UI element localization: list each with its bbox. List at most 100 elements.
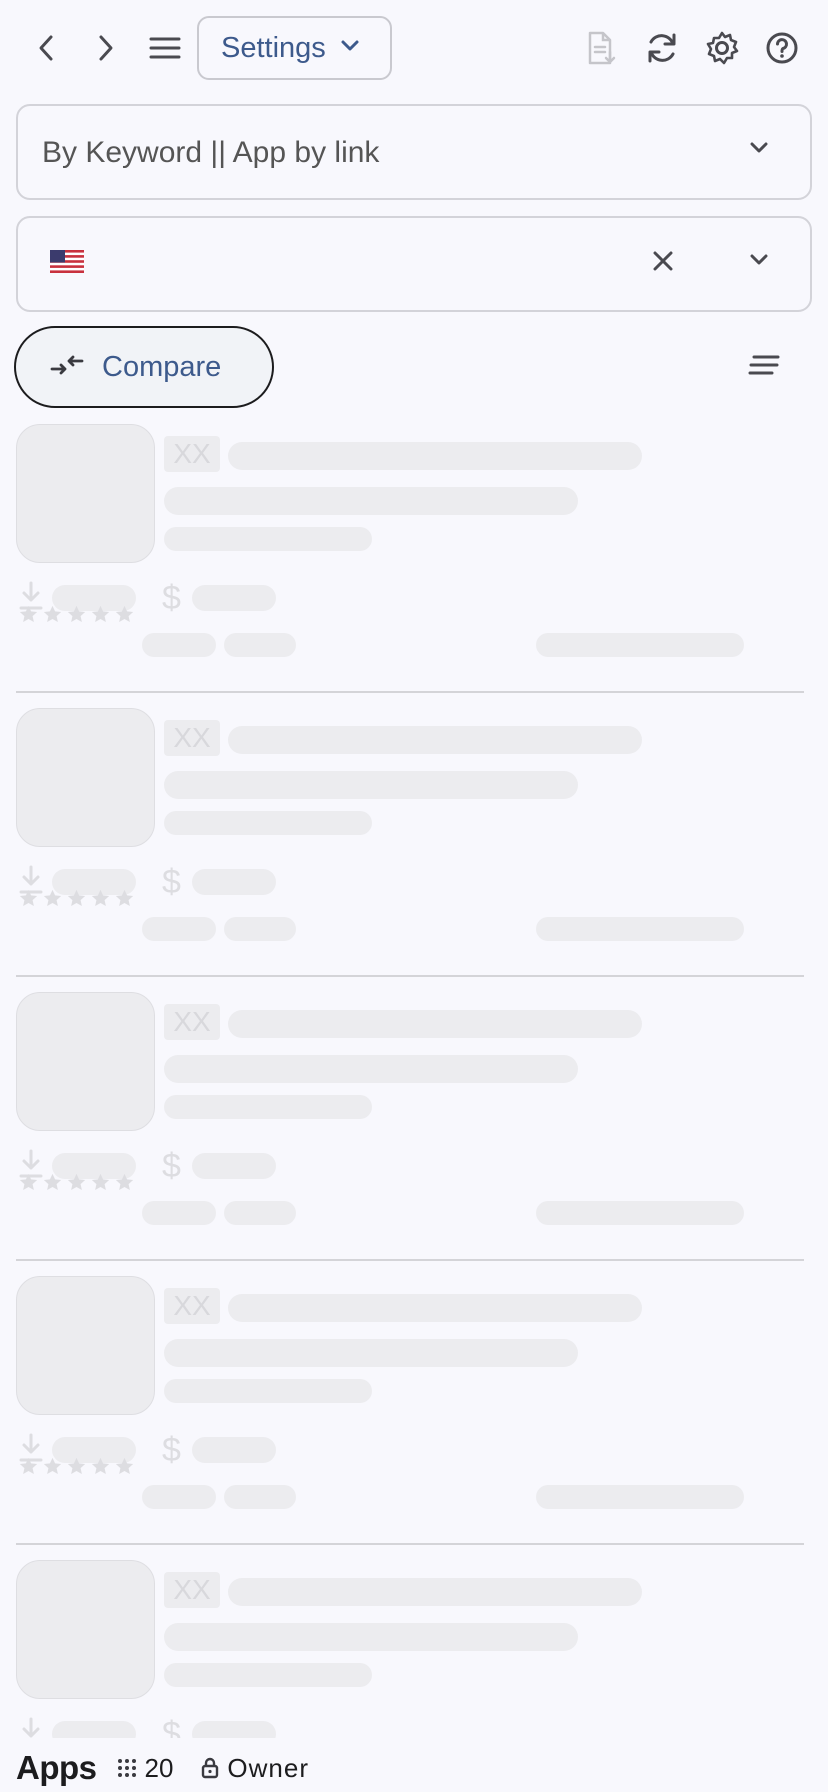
star-icon xyxy=(43,889,62,907)
rating-stars xyxy=(18,1456,135,1476)
revenue-skeleton xyxy=(192,869,276,895)
meta-skeleton xyxy=(536,917,744,941)
star-icon xyxy=(67,889,86,907)
star-icon xyxy=(67,1457,86,1475)
star-icon xyxy=(19,1173,38,1191)
star-icon xyxy=(67,605,86,623)
card-divider xyxy=(16,1259,804,1261)
rating-stars xyxy=(18,888,135,908)
rating-count-skeleton xyxy=(224,633,296,657)
settings-label: Settings xyxy=(221,31,326,64)
revenue-skeleton xyxy=(192,585,276,611)
developer-placeholder: XX xyxy=(164,1288,220,1324)
title-skeleton xyxy=(228,442,642,470)
rating-stars xyxy=(18,604,135,624)
hamburger-menu-icon[interactable] xyxy=(148,30,182,66)
app-list: XX $ XX $ XX $ XX $ XX $ xyxy=(0,420,828,1738)
chevron-left-icon[interactable] xyxy=(30,30,62,66)
star-icon xyxy=(115,1457,134,1475)
rating-skeleton xyxy=(142,1485,216,1509)
footer-title: Apps xyxy=(16,1749,97,1786)
rating-count-skeleton xyxy=(224,1485,296,1509)
developer-placeholder: XX xyxy=(164,436,220,472)
app-icon-placeholder xyxy=(16,992,155,1131)
star-icon xyxy=(115,605,134,623)
country-select-field[interactable] xyxy=(16,216,812,312)
download-icon xyxy=(18,1717,44,1738)
footer-bar: Apps 20 Owner xyxy=(0,1744,828,1792)
subtitle-skeleton xyxy=(164,1339,578,1367)
rating-skeleton xyxy=(142,917,216,941)
chevron-down-icon[interactable] xyxy=(748,252,770,273)
star-icon xyxy=(43,1173,62,1191)
gear-icon[interactable] xyxy=(702,28,742,68)
dollar-icon: $ xyxy=(162,863,181,901)
title-skeleton xyxy=(228,1294,642,1322)
app-count: 20 xyxy=(144,1752,174,1783)
chevron-down-icon[interactable] xyxy=(748,140,770,161)
category-skeleton xyxy=(164,527,372,551)
lock-icon xyxy=(201,1757,219,1779)
app-icon-placeholder xyxy=(16,1560,155,1699)
rating-stars xyxy=(18,1172,135,1192)
owner-label: Owner xyxy=(227,1752,309,1783)
chevron-down-icon xyxy=(340,39,360,58)
search-placeholder: By Keyword || App by link xyxy=(42,136,380,169)
downloads-skeleton xyxy=(52,1721,136,1738)
category-skeleton xyxy=(164,1663,372,1687)
star-icon xyxy=(115,1173,134,1191)
settings-dropdown-button[interactable]: Settings xyxy=(197,16,392,80)
sort-lines-icon[interactable] xyxy=(748,354,780,381)
title-skeleton xyxy=(228,726,642,754)
help-icon[interactable] xyxy=(762,28,802,68)
app-card-skeleton: XX $ xyxy=(0,1556,828,1738)
revenue-skeleton xyxy=(192,1153,276,1179)
app-icon-placeholder xyxy=(16,424,155,563)
star-icon xyxy=(19,1457,38,1475)
app-icon-placeholder xyxy=(16,708,155,847)
dollar-icon: $ xyxy=(162,579,181,617)
developer-placeholder: XX xyxy=(164,1004,220,1040)
grid-icon xyxy=(117,1758,137,1778)
dollar-icon: $ xyxy=(162,1147,181,1185)
category-skeleton xyxy=(164,1095,372,1119)
meta-skeleton xyxy=(536,633,744,657)
top-toolbar: Settings xyxy=(0,0,828,96)
star-icon xyxy=(43,1457,62,1475)
star-icon xyxy=(115,889,134,907)
developer-placeholder: XX xyxy=(164,720,220,756)
star-icon xyxy=(43,605,62,623)
star-icon xyxy=(19,889,38,907)
developer-placeholder: XX xyxy=(164,1572,220,1608)
dollar-icon: $ xyxy=(162,1715,181,1738)
card-divider xyxy=(16,975,804,977)
category-skeleton xyxy=(164,1379,372,1403)
category-skeleton xyxy=(164,811,372,835)
app-card-skeleton: XX $ xyxy=(0,988,828,1272)
star-icon xyxy=(91,605,110,623)
compare-button[interactable]: Compare xyxy=(14,326,274,408)
app-icon-placeholder xyxy=(16,1276,155,1415)
star-icon xyxy=(67,1173,86,1191)
star-icon xyxy=(91,1173,110,1191)
star-icon xyxy=(91,1457,110,1475)
subtitle-skeleton xyxy=(164,771,578,799)
chevron-right-icon[interactable] xyxy=(90,30,122,66)
title-skeleton xyxy=(228,1578,642,1606)
rating-skeleton xyxy=(142,633,216,657)
compare-arrows-icon xyxy=(50,352,84,383)
subtitle-skeleton xyxy=(164,1055,578,1083)
card-divider xyxy=(16,1543,804,1545)
refresh-icon[interactable] xyxy=(642,28,682,68)
dollar-icon: $ xyxy=(162,1431,181,1469)
us-flag-icon xyxy=(50,250,84,273)
rating-count-skeleton xyxy=(224,1201,296,1225)
rating-count-skeleton xyxy=(224,917,296,941)
app-card-skeleton: XX $ xyxy=(0,704,828,988)
meta-skeleton xyxy=(536,1201,744,1225)
keyword-search-field[interactable]: By Keyword || App by link xyxy=(16,104,812,200)
star-icon xyxy=(19,605,38,623)
card-divider xyxy=(16,691,804,693)
export-document-icon[interactable] xyxy=(584,28,618,68)
clear-icon[interactable] xyxy=(650,248,676,279)
